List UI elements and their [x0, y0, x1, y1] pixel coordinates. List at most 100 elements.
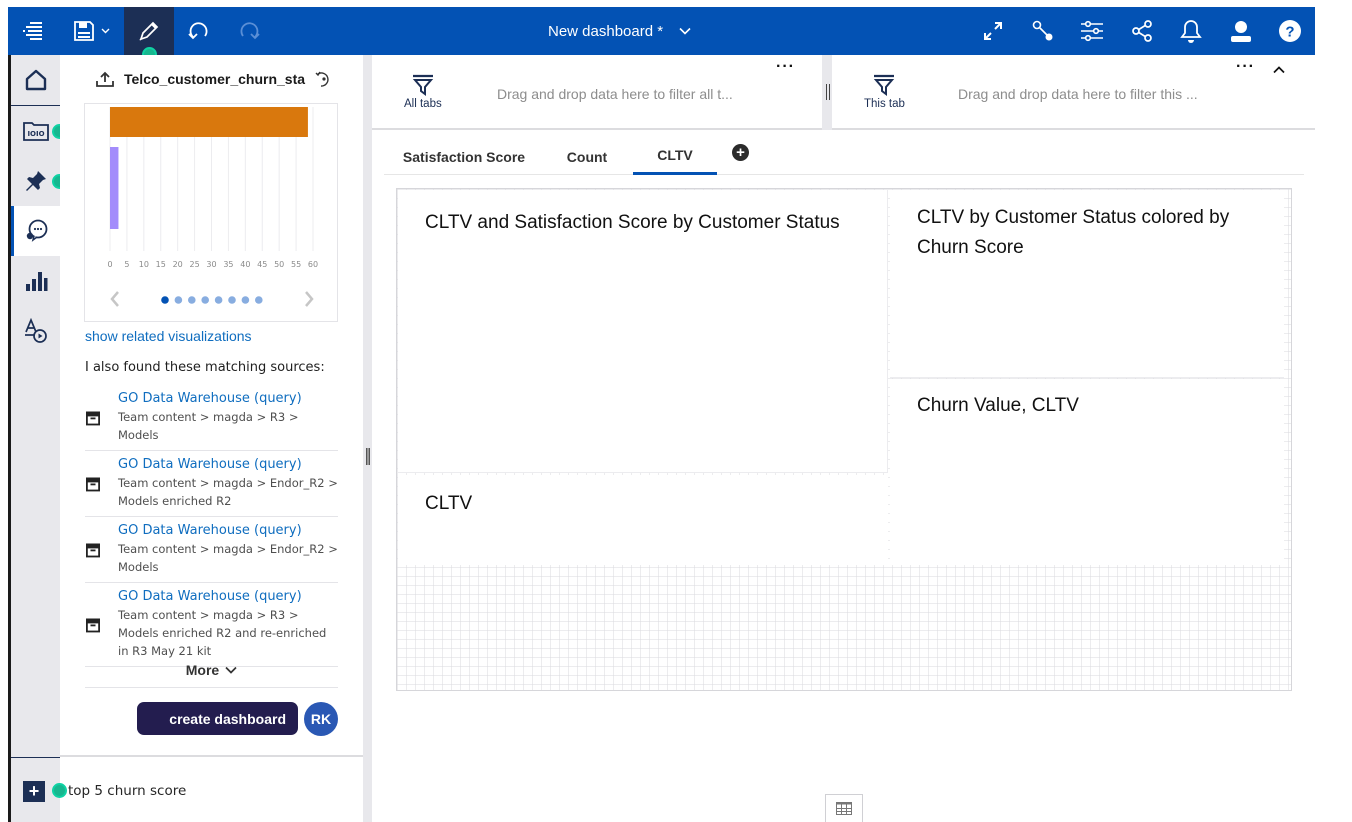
source-list-item[interactable]: GO Data Warehouse (query) Team content > … [85, 517, 338, 583]
source-name-link[interactable]: GO Data Warehouse (query) [118, 522, 338, 540]
x-tick-label: 15 [156, 260, 166, 269]
relationships-button[interactable] [1018, 7, 1068, 55]
user-profile-button[interactable] [1216, 7, 1266, 55]
pin-icon [25, 171, 46, 191]
share-icon [1131, 20, 1152, 42]
all-tabs-drop-zone[interactable]: Drag and drop data here to filter all t.… [497, 86, 733, 102]
save-icon [73, 21, 94, 41]
show-related-visualizations-link[interactable]: show related visualizations [85, 328, 252, 344]
collapse-chevron-up-icon[interactable] [1273, 66, 1285, 74]
x-tick-label: 55 [291, 260, 301, 269]
rail-text-media[interactable] [11, 306, 60, 356]
source-list-item[interactable]: GO Data Warehouse (query) Team content > … [85, 385, 338, 451]
redo-icon [240, 22, 260, 40]
x-tick-label: 40 [240, 260, 250, 269]
tab-satisfaction-score[interactable]: Satisfaction Score [384, 138, 544, 175]
add-button[interactable]: + [23, 781, 45, 802]
menu-icon [23, 22, 42, 40]
this-tab-filter[interactable]: This tab [864, 74, 905, 110]
tab-cltv[interactable]: CLTV [633, 138, 717, 175]
this-tab-more-options[interactable]: ··· [1236, 58, 1255, 76]
create-dashboard-button[interactable]: create dashboard [137, 702, 298, 735]
pager-dot[interactable] [201, 296, 209, 304]
this-tab-label: This tab [864, 98, 905, 110]
filter-resize-handle[interactable] [826, 84, 830, 100]
save-button[interactable] [58, 7, 124, 55]
source-list-item[interactable]: GO Data Warehouse (query) Team content > … [85, 451, 338, 517]
svg-text:?: ? [1286, 24, 1295, 41]
data-module-icon [85, 477, 100, 491]
rail-divider [11, 757, 60, 758]
widget-title: CLTV by Customer Status colored by Churn… [917, 207, 1230, 258]
x-tick-label: 20 [173, 260, 183, 269]
source-path: Team content > magda > Endor_R2 > Models [118, 542, 338, 574]
pager-dot[interactable] [174, 296, 183, 304]
left-navigation-rail: IOIO [8, 55, 60, 822]
chevron-left-icon[interactable] [110, 291, 119, 307]
panel-resize-divider[interactable] [363, 55, 372, 822]
notification-bell-icon [1180, 20, 1203, 43]
expand-icon [984, 22, 1003, 40]
tour-hotspot[interactable] [52, 783, 67, 798]
x-tick-label: 35 [223, 260, 233, 269]
source-name-link[interactable]: GO Data Warehouse (query) [118, 456, 338, 474]
pager-dot[interactable] [255, 296, 263, 304]
widget-title: Churn Value, CLTV [917, 395, 1079, 416]
source-path: Team content > magda > R3 > Models [118, 410, 299, 442]
this-tab-drop-zone[interactable]: Drag and drop data here to filter this .… [958, 86, 1198, 102]
pager-dot[interactable] [241, 296, 250, 304]
reset-icon[interactable] [315, 70, 331, 88]
help-button[interactable]: ? [1266, 7, 1316, 55]
panel-resize-handle[interactable] [366, 448, 370, 465]
chevron-down-icon [225, 666, 237, 674]
suggested-chart-card[interactable]: 0 5 10 15 20 25 30 35 40 45 50 55 60 [84, 103, 338, 322]
data-grid-button[interactable] [825, 794, 863, 822]
dashboard-title-menu[interactable]: New dashboard * [548, 7, 691, 55]
pager-dot[interactable] [161, 296, 169, 304]
help-icon: ? [1279, 20, 1302, 42]
widget-title: CLTV and Satisfaction Score by Customer … [425, 212, 840, 233]
pager-dot[interactable] [214, 296, 223, 304]
more-button[interactable]: More [85, 652, 338, 688]
widget-churn-value-cltv[interactable]: Churn Value, CLTV [890, 379, 1284, 565]
source-path: Team content > magda > Endor_R2 > Models… [118, 476, 338, 508]
data-module-icon [85, 411, 100, 425]
widget-cltv[interactable]: CLTV [398, 475, 888, 565]
rail-visualizations[interactable] [11, 256, 60, 306]
x-tick-label: 5 [124, 260, 129, 269]
x-tick-label: 0 [107, 260, 112, 269]
pager-dot[interactable] [228, 296, 236, 304]
rail-home[interactable] [11, 55, 60, 105]
redo-button[interactable] [224, 7, 274, 55]
chevron-down-icon [679, 27, 691, 35]
add-tab-button[interactable]: + [732, 144, 749, 161]
share-button[interactable] [1117, 7, 1167, 55]
bar[interactable] [110, 107, 308, 137]
bar[interactable] [110, 147, 119, 229]
tab-count[interactable]: Count [554, 138, 620, 175]
widget-cltv-satisfaction[interactable]: CLTV and Satisfaction Score by Customer … [398, 190, 888, 473]
all-tabs-filter[interactable]: All tabs [404, 74, 442, 110]
x-tick-label: 10 [139, 260, 149, 269]
undo-button[interactable] [174, 7, 224, 55]
source-name-link[interactable]: GO Data Warehouse (query) [118, 588, 338, 606]
x-tick-label: 50 [274, 260, 284, 269]
properties-button[interactable] [1068, 7, 1118, 55]
fullscreen-button[interactable] [969, 7, 1019, 55]
menu-button[interactable] [8, 7, 58, 55]
dashboard-canvas: CLTV and Satisfaction Score by Customer … [396, 188, 1292, 691]
source-name-link[interactable]: GO Data Warehouse (query) [118, 390, 338, 408]
assistant-chat-icon [26, 219, 48, 242]
assistant-input[interactable]: top 5 churn score [68, 783, 186, 799]
pager-dot[interactable] [188, 296, 196, 304]
plus-icon: + [28, 781, 40, 801]
notifications-button[interactable] [1167, 7, 1217, 55]
bar-chart: 0 5 10 15 20 25 30 35 40 45 50 55 60 [107, 107, 318, 307]
chevron-right-icon[interactable] [305, 291, 314, 307]
x-tick-label: 30 [206, 260, 216, 269]
data-module-icon [85, 543, 100, 557]
widget-cltv-by-status[interactable]: CLTV by Customer Status colored by Churn… [890, 190, 1284, 378]
all-tabs-more-options[interactable]: ··· [776, 58, 795, 76]
widget-title: CLTV [425, 493, 473, 514]
rail-assistant[interactable] [11, 206, 60, 256]
